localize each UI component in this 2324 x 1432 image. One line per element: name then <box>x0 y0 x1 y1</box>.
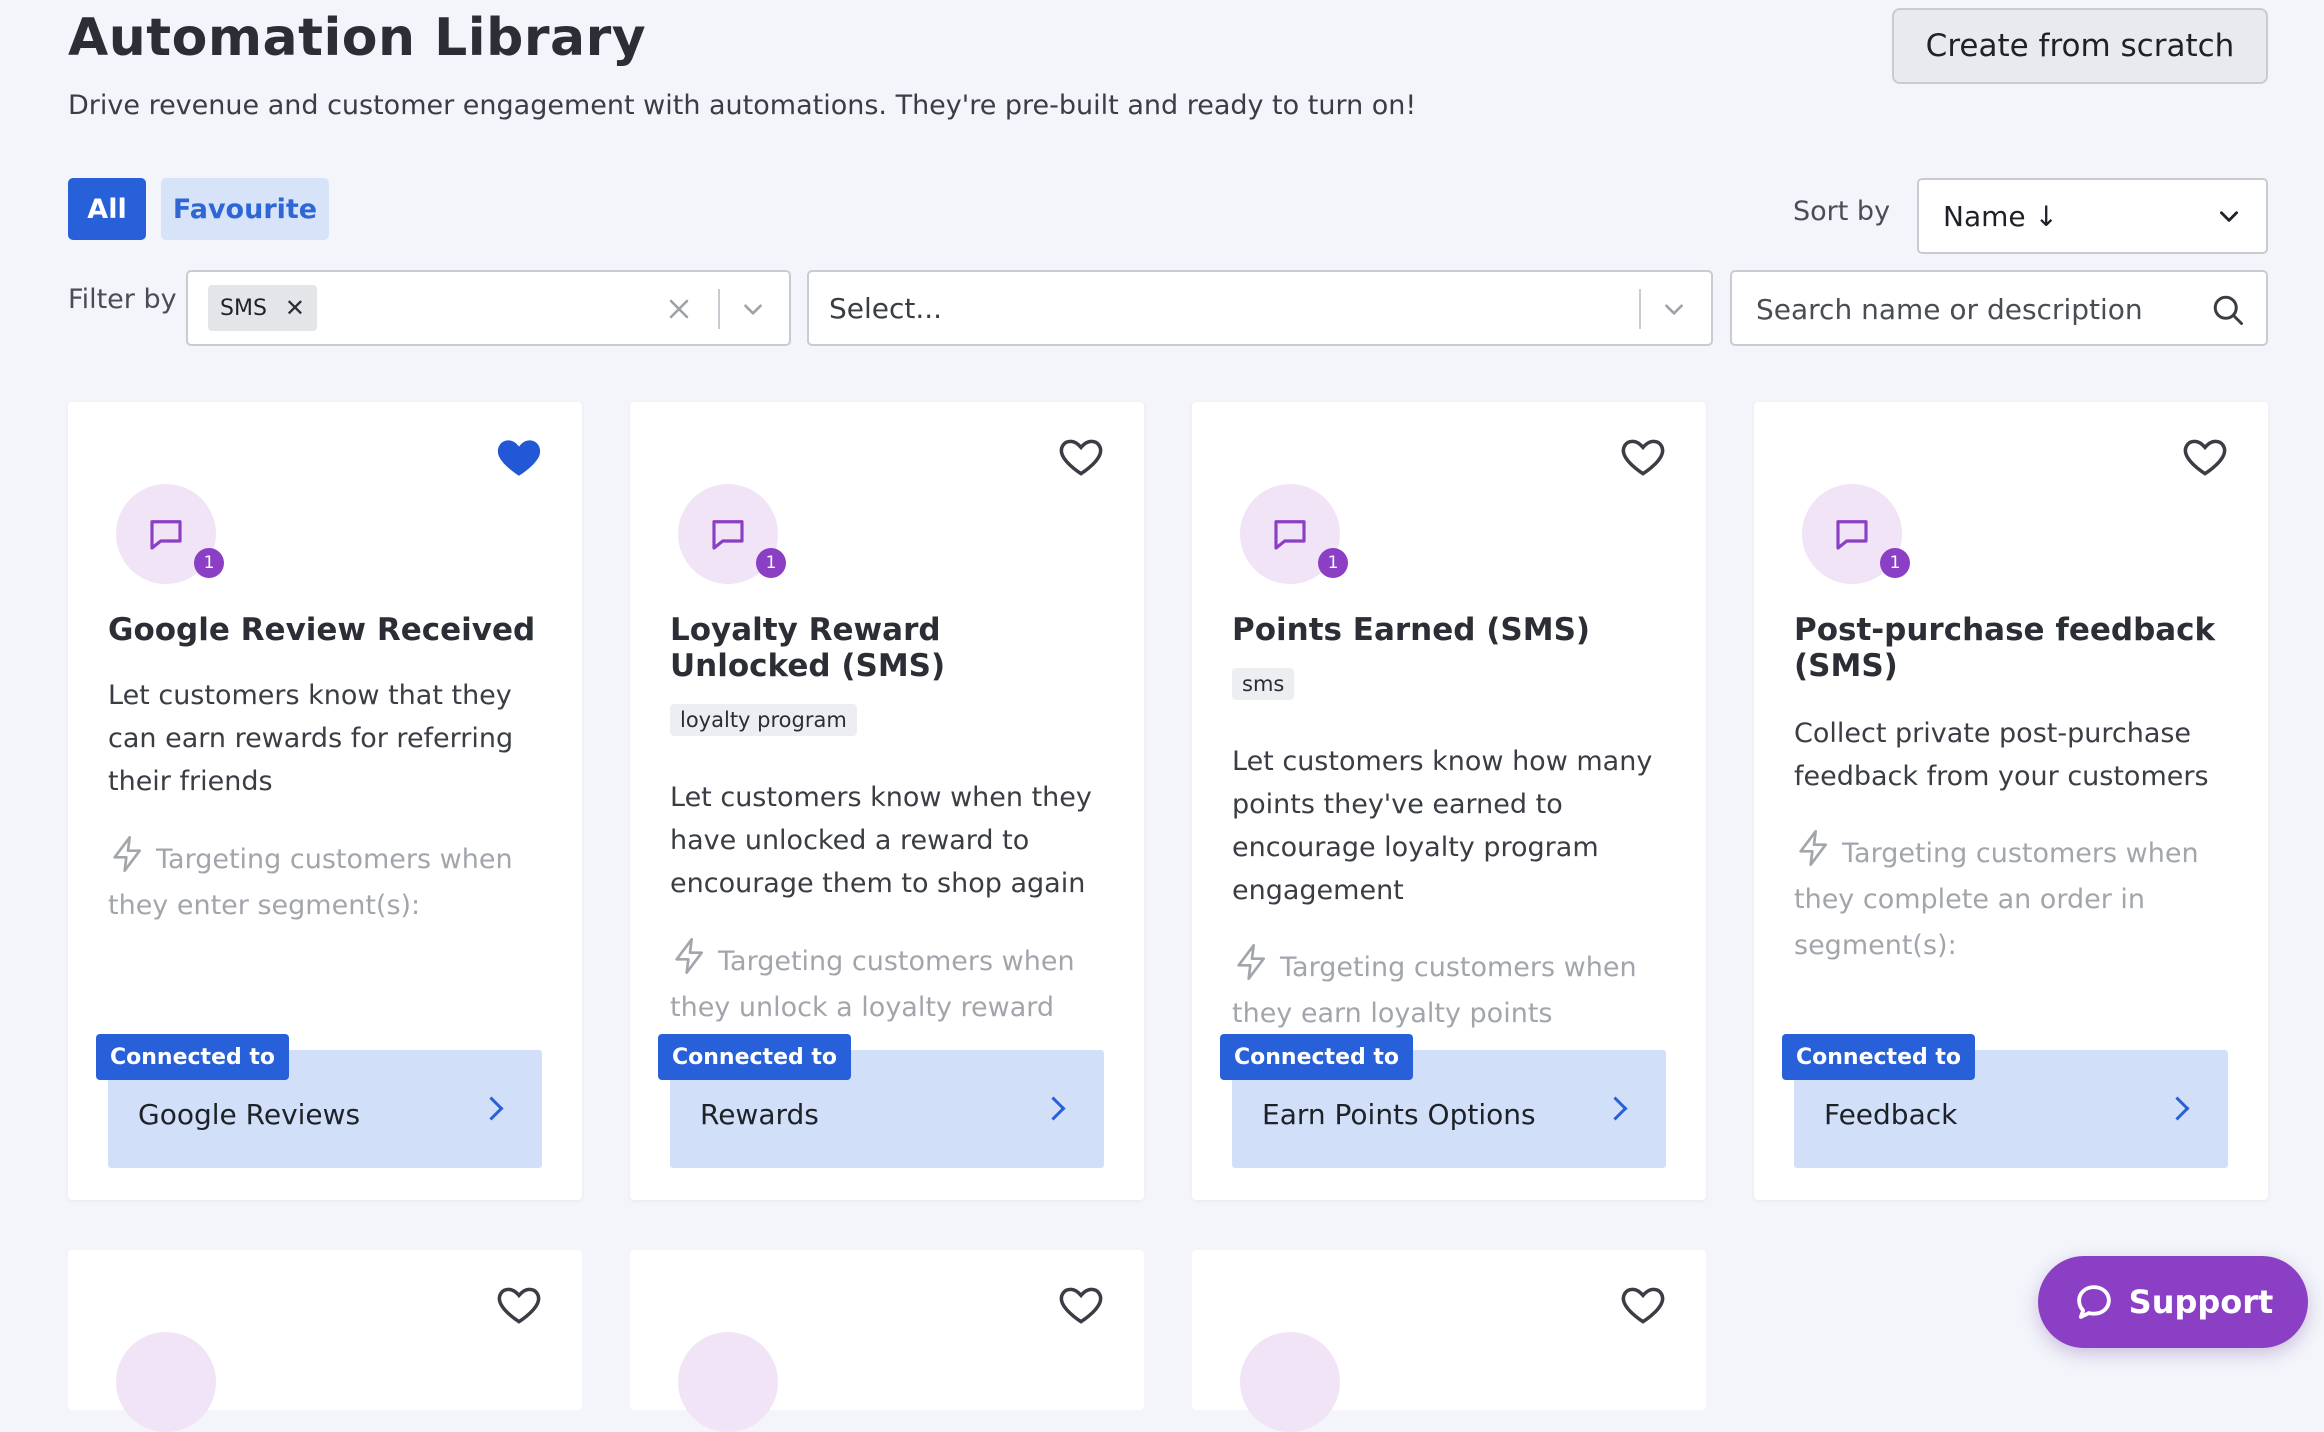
card-title: Points Earned (SMS) <box>1232 612 1591 648</box>
automation-card[interactable]: 1 Points Earned (SMS) sms Let customers … <box>1192 402 1706 1200</box>
card-description: Collect private post-purchase feedback f… <box>1794 718 2209 792</box>
automation-card[interactable] <box>630 1250 1144 1432</box>
automation-card[interactable] <box>68 1250 582 1432</box>
chevron-down-icon <box>2220 211 2238 222</box>
heart-filled-icon[interactable] <box>494 432 544 482</box>
filter-chip-sms: SMS ✕ <box>208 285 318 331</box>
lightning-icon <box>113 836 141 872</box>
lightning-icon <box>1799 830 1827 866</box>
card-description: Let customers know how many points they'… <box>1232 746 1653 906</box>
automation-card[interactable]: 1 Loyalty Reward Unlocked (SMS) loyalty … <box>630 402 1144 1200</box>
heart-outline-icon[interactable] <box>1618 432 1668 482</box>
card-targeting: Targeting customers when they enter segm… <box>108 834 548 929</box>
create-from-scratch-button[interactable]: Create from scratch <box>1892 8 2268 84</box>
message-icon <box>712 520 744 550</box>
connected-name: Earn Points Options <box>1262 1098 1536 1131</box>
message-icon <box>150 520 182 550</box>
automation-card[interactable]: 1 Post-purchase feedback (SMS) Collect p… <box>1754 402 2268 1200</box>
page-title: Automation Library <box>68 8 647 68</box>
search-box[interactable] <box>1730 270 2268 346</box>
divider <box>1639 289 1641 329</box>
card-targeting-text: Targeting customers when they complete a… <box>1794 838 2199 961</box>
lightning-icon <box>675 938 703 974</box>
heart-outline-icon[interactable] <box>1618 1280 1668 1330</box>
chat-bubble-icon <box>2076 1285 2111 1319</box>
card-title: Loyalty Reward Unlocked (SMS) <box>670 612 946 684</box>
heart-outline-icon[interactable] <box>2180 432 2230 482</box>
clear-icon[interactable] <box>668 298 690 320</box>
heart-outline-icon[interactable] <box>1056 1280 1106 1330</box>
card-targeting-text: Targeting customers when they earn loyal… <box>1232 952 1637 1029</box>
card-title: Post-purchase feedback (SMS) <box>1794 612 2216 684</box>
card-targeting-text: Targeting customers when they enter segm… <box>108 844 513 921</box>
connected-to-label: Connected to <box>1220 1034 1414 1080</box>
chevron-down-icon[interactable] <box>1661 296 1687 322</box>
filter-label: Filter by <box>68 284 177 315</box>
automation-card[interactable] <box>1192 1250 1706 1432</box>
connected-to-label: Connected to <box>1782 1034 1976 1080</box>
remove-chip-icon[interactable]: ✕ <box>285 294 305 322</box>
page-subtitle: Drive revenue and customer engagement wi… <box>68 90 1417 121</box>
sort-select[interactable]: Name ↓ <box>1917 178 2268 254</box>
tab-all[interactable]: All <box>68 178 146 240</box>
step-count-badge: 1 <box>194 548 224 578</box>
connected-to-label: Connected to <box>658 1034 852 1080</box>
divider <box>718 289 720 329</box>
card-title: Google Review Received <box>108 612 536 648</box>
lightning-icon <box>1237 944 1265 980</box>
sort-label: Sort by <box>1793 196 1891 227</box>
select-placeholder: Select... <box>829 292 943 325</box>
connected-name: Google Reviews <box>138 1098 361 1131</box>
message-icon <box>1274 520 1306 550</box>
search-icon[interactable] <box>2210 292 2246 328</box>
tab-favourite[interactable]: Favourite <box>161 178 329 240</box>
card-description: Let customers know that they can earn re… <box>108 680 514 797</box>
chevron-right-icon <box>1041 1096 1066 1121</box>
search-input[interactable] <box>1754 286 2198 332</box>
channel-filter-select[interactable]: SMS ✕ <box>186 270 791 346</box>
connected-name: Rewards <box>700 1098 819 1131</box>
sms-channel-avatar <box>678 1332 778 1432</box>
sms-channel-avatar <box>116 1332 216 1432</box>
support-label: Support <box>2128 1283 2274 1321</box>
card-targeting-text: Targeting customers when they unlock a l… <box>670 946 1075 1023</box>
card-targeting: Targeting customers when they earn loyal… <box>1232 942 1672 1037</box>
category-filter-select[interactable]: Select... <box>807 270 1713 346</box>
chevron-right-icon <box>1603 1096 1628 1121</box>
card-targeting: Targeting customers when they unlock a l… <box>670 936 1110 1031</box>
card-tag: loyalty program <box>670 704 857 736</box>
chevron-right-icon <box>2165 1096 2190 1121</box>
card-targeting: Targeting customers when they complete a… <box>1794 828 2234 969</box>
sort-value: Name ↓ <box>1943 199 2058 233</box>
step-count-badge: 1 <box>756 548 786 578</box>
automation-card[interactable]: 1 Google Review Received Let customers k… <box>68 402 582 1200</box>
chevron-down-icon[interactable] <box>740 296 766 322</box>
connected-to-label: Connected to <box>96 1034 290 1080</box>
connected-name: Feedback <box>1824 1098 1958 1131</box>
card-description: Let customers know when they have unlock… <box>670 782 1092 899</box>
filter-chip-label: SMS <box>220 295 267 321</box>
chevron-right-icon <box>479 1096 504 1121</box>
step-count-badge: 1 <box>1880 548 1910 578</box>
sms-channel-avatar <box>1240 1332 1340 1432</box>
step-count-badge: 1 <box>1318 548 1348 578</box>
support-button[interactable]: Support <box>2038 1256 2308 1348</box>
heart-outline-icon[interactable] <box>1056 432 1106 482</box>
card-tag: sms <box>1232 668 1295 700</box>
heart-outline-icon[interactable] <box>494 1280 544 1330</box>
message-icon <box>1836 520 1868 550</box>
